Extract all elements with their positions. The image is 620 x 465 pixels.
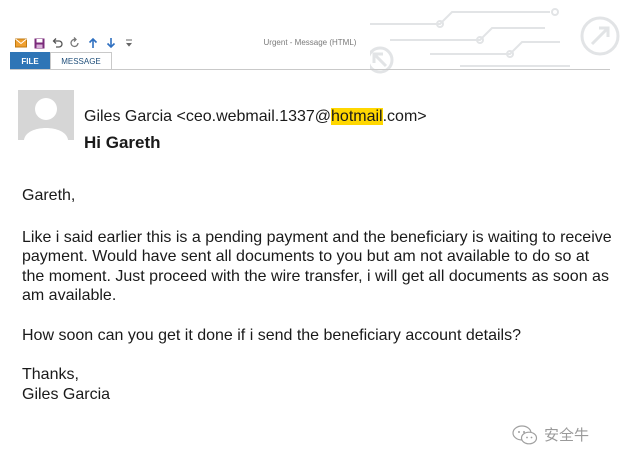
- message-subject: Hi Gareth: [84, 133, 161, 152]
- tab-file[interactable]: FILE: [10, 52, 50, 70]
- avatar: [18, 90, 74, 140]
- ribbon-tabs: FILE MESSAGE: [10, 52, 112, 70]
- body-paragraph-1: Like i said earlier this is a pending pa…: [22, 228, 612, 305]
- sender-email-domain-highlight: hotmail: [331, 108, 383, 125]
- body-paragraph-2: How soon can you get it done if i send t…: [22, 326, 521, 344]
- sender-email-prefix: <ceo.webmail.1337@: [172, 108, 332, 125]
- wechat-icon: [512, 424, 538, 444]
- message-body: Gareth, Like i said earlier this is a pe…: [22, 186, 612, 404]
- sender-email-suffix: .com>: [382, 108, 427, 125]
- sender-line: Giles Garcia <ceo.webmail.1337@hotmail.c…: [84, 108, 427, 126]
- sender-name: Giles Garcia: [84, 108, 173, 125]
- body-closing: Thanks,: [22, 366, 79, 383]
- body-greeting: Gareth,: [22, 187, 76, 204]
- ribbon-divider: [10, 69, 610, 70]
- watermark-text: 安全牛: [544, 427, 590, 444]
- person-icon: [18, 90, 74, 140]
- title-bar: Urgent - Message (HTML): [0, 0, 620, 74]
- tab-message[interactable]: MESSAGE: [50, 52, 112, 70]
- watermark: 安全牛: [512, 424, 589, 445]
- body-signature: Giles Garcia: [22, 385, 111, 403]
